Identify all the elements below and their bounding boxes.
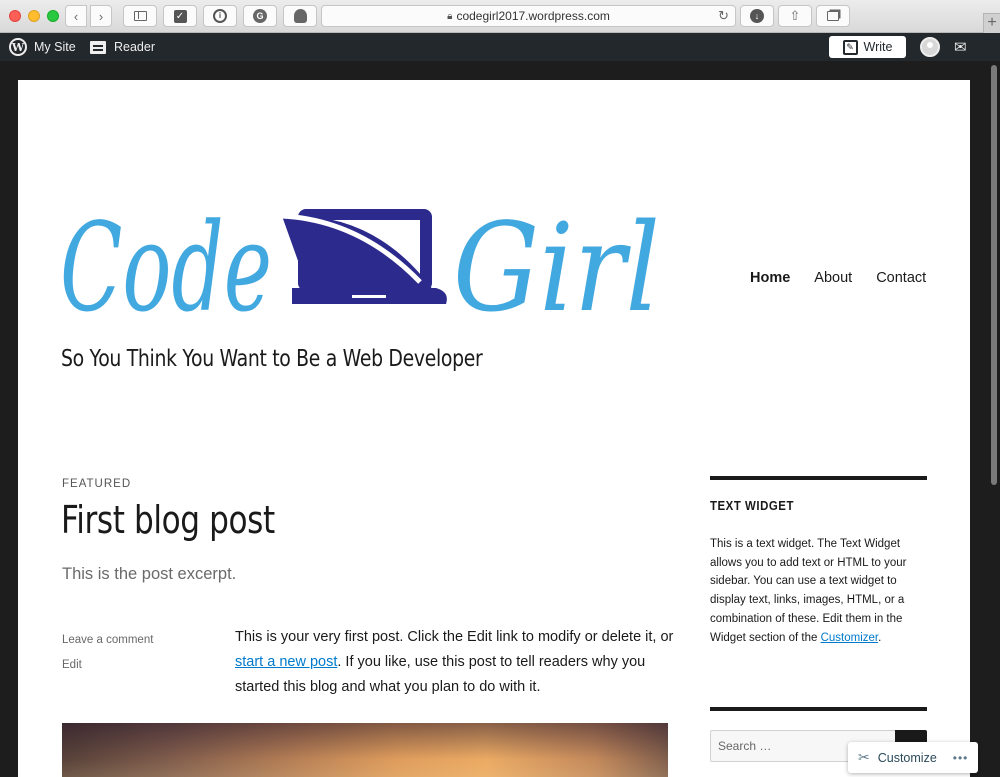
- sidebar-toggle-button[interactable]: [123, 5, 157, 27]
- password-manager-icon: i: [213, 9, 227, 23]
- reader-label: Reader: [114, 40, 155, 54]
- forward-button[interactable]: ›: [90, 5, 112, 27]
- extension-password-button[interactable]: i: [203, 5, 237, 27]
- post-content: This is your very first post. Click the …: [235, 625, 675, 700]
- downloads-button[interactable]: ↓: [740, 5, 774, 27]
- reader-link[interactable]: Reader: [90, 33, 155, 61]
- extension-grammar-button[interactable]: G: [243, 5, 277, 27]
- post-content-text-1: This is your very first post. Click the …: [235, 629, 674, 645]
- back-button[interactable]: ‹: [65, 5, 87, 27]
- post-title[interactable]: First blog post: [61, 498, 275, 542]
- nav-item-contact[interactable]: Contact: [876, 270, 926, 286]
- extension-checkbox-button[interactable]: ✓: [163, 5, 197, 27]
- logo-text-code: Code: [60, 197, 272, 337]
- write-label: Write: [863, 40, 893, 54]
- tools-icon: ✂: [858, 749, 870, 765]
- widget-body: This is a text widget. The Text Widget a…: [710, 535, 915, 647]
- featured-image: [62, 723, 668, 777]
- site-tagline: So You Think You Want to Be a Web Develo…: [61, 346, 483, 372]
- site-page: Code Girl So You Think You Want to Be a …: [18, 80, 970, 777]
- wordpress-logo-icon: W: [9, 38, 27, 56]
- start-new-post-link[interactable]: start a new post: [235, 654, 337, 670]
- widget-divider: [710, 476, 927, 480]
- laptop-icon: [281, 209, 447, 304]
- leave-comment-link[interactable]: Leave a comment: [62, 628, 153, 653]
- site-logo[interactable]: Code Girl: [60, 172, 665, 337]
- tabs-icon: [827, 11, 839, 21]
- widget-body-text: This is a text widget. The Text Widget a…: [710, 538, 907, 644]
- sidebar-icon: [133, 11, 147, 21]
- download-icon: ↓: [750, 9, 764, 23]
- widget-title: TEXT WIDGET: [710, 498, 794, 513]
- my-site-link[interactable]: W My Site: [9, 33, 76, 61]
- pencil-icon: ✎: [842, 39, 858, 55]
- customize-button[interactable]: ✂ Customize •••: [848, 742, 978, 773]
- primary-nav: Home About Contact: [750, 270, 926, 286]
- minimize-window-button[interactable]: [28, 10, 40, 22]
- widget-body-end: .: [878, 631, 882, 644]
- share-button[interactable]: ⇧: [778, 5, 812, 27]
- grammar-icon: G: [253, 9, 267, 23]
- url-text: codegirl2017.wordpress.com: [456, 9, 610, 23]
- featured-label: FEATURED: [62, 478, 132, 490]
- my-site-label: My Site: [34, 40, 76, 54]
- customize-label: Customize: [877, 750, 937, 765]
- share-icon: ⇧: [789, 8, 801, 23]
- post-excerpt: This is the post excerpt.: [62, 565, 237, 583]
- ghost-icon: [293, 9, 307, 23]
- notifications-icon[interactable]: ✉︎: [954, 38, 967, 56]
- customizer-link[interactable]: Customizer: [821, 632, 879, 644]
- nav-item-about[interactable]: About: [814, 270, 852, 286]
- admin-bar: W My Site Reader ✎ Write ✉︎: [0, 33, 1000, 61]
- more-icon[interactable]: •••: [953, 751, 969, 765]
- logo-text-girl: Girl: [453, 197, 660, 337]
- avatar[interactable]: [920, 37, 940, 57]
- new-tab-button[interactable]: +: [983, 13, 1000, 33]
- reload-icon[interactable]: ↻: [718, 8, 729, 24]
- scrollbar-thumb[interactable]: [991, 65, 997, 485]
- checkmark-icon: ✓: [173, 9, 187, 23]
- extension-ghostery-button[interactable]: [283, 5, 317, 27]
- zoom-window-button[interactable]: [47, 10, 59, 22]
- edit-link[interactable]: Edit: [62, 653, 153, 678]
- widget-divider: [710, 707, 927, 711]
- post-meta: Leave a comment Edit: [62, 628, 153, 678]
- reader-icon: [90, 40, 106, 54]
- lock-icon: 🔒︎: [447, 10, 453, 22]
- chevron-right-icon: ›: [98, 8, 104, 24]
- address-bar[interactable]: 🔒︎ codegirl2017.wordpress.com ↻: [321, 5, 736, 27]
- write-button[interactable]: ✎ Write: [829, 36, 906, 58]
- tabs-overview-button[interactable]: [816, 5, 850, 27]
- nav-item-home[interactable]: Home: [750, 270, 790, 286]
- browser-toolbar: ‹ › ✓ i G 🔒︎ codegirl2017.wordpress.com …: [0, 0, 1000, 33]
- close-window-button[interactable]: [9, 10, 21, 22]
- chevron-left-icon: ‹: [73, 8, 79, 24]
